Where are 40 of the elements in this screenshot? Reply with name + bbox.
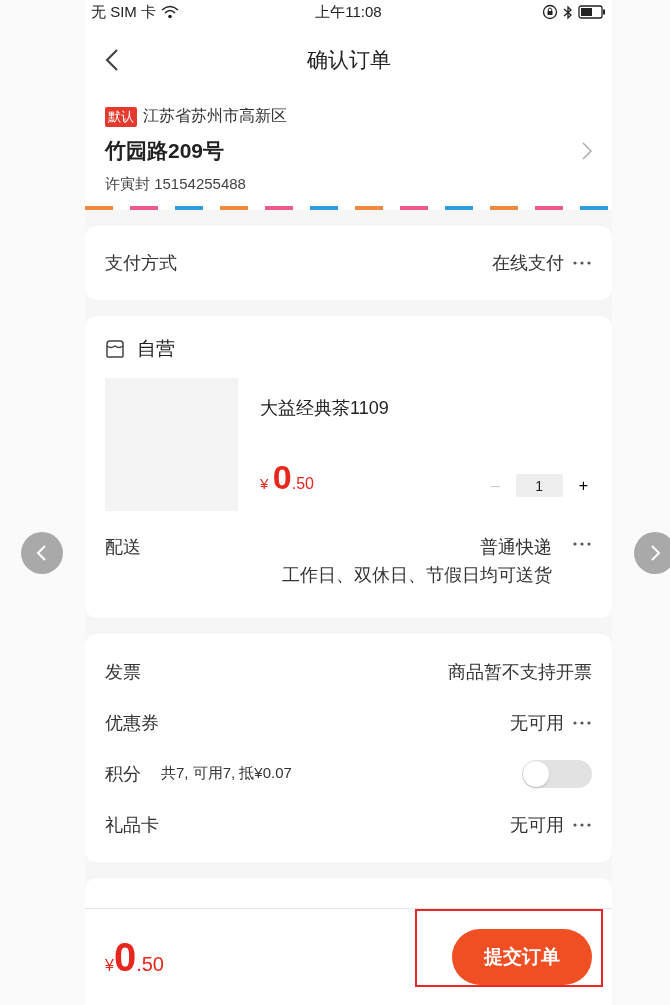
delivery-method: 普通快递 [480, 536, 552, 559]
more-icon[interactable] [572, 541, 592, 547]
chevron-right-icon [582, 142, 592, 160]
battery-icon [578, 5, 606, 19]
option-value: 商品暂不支持开票 [448, 660, 592, 684]
back-icon[interactable] [105, 48, 119, 72]
address-contact: 许寅封 15154255488 [105, 175, 247, 194]
option-value: 无可用 [510, 711, 564, 735]
wifi-icon [161, 5, 179, 19]
option-label: 优惠券 [105, 711, 159, 735]
more-icon[interactable] [572, 821, 592, 828]
points-switch[interactable] [522, 759, 592, 788]
payment-card[interactable]: 支付方式 在线支付 [85, 226, 612, 300]
carrier-text: 无 SIM 卡 [91, 2, 156, 22]
increment-button[interactable]: + [574, 476, 592, 495]
more-icon[interactable] [572, 260, 592, 266]
option-label: 积分 [105, 762, 141, 786]
bluetooth-icon [563, 4, 573, 20]
option-label: 礼品卡 [105, 813, 159, 837]
product-name: 大益经典茶1109 [260, 397, 390, 420]
page-title: 确认订单 [306, 47, 391, 73]
rotation-lock-icon [542, 4, 558, 20]
default-tag: 默认 [105, 106, 137, 127]
option-value: 无可用 [510, 813, 564, 837]
delivery-label: 配送 [105, 536, 141, 559]
shop-name: 自营 [137, 337, 175, 361]
payment-value: 在线支付 [492, 252, 564, 275]
status-time: 上午11:08 [315, 2, 382, 22]
more-icon[interactable] [572, 719, 592, 726]
points-detail: 共7, 可用7, 抵¥0.07 [161, 764, 292, 783]
address-street: 竹园路209号 [105, 138, 225, 164]
option-label: 发票 [105, 660, 141, 684]
total-price: ¥0.50 [105, 934, 164, 980]
submit-order-button[interactable]: 提交订单 [452, 929, 592, 985]
payment-label: 支付方式 [105, 252, 177, 275]
delivery-note: 工作日、双休日、节假日均可送货 [282, 564, 552, 587]
store-icon [105, 339, 125, 359]
product-price: ¥0.50 [260, 458, 314, 497]
quantity-field[interactable]: 1 [515, 474, 563, 497]
address-region: 江苏省苏州市高新区 [143, 106, 287, 126]
